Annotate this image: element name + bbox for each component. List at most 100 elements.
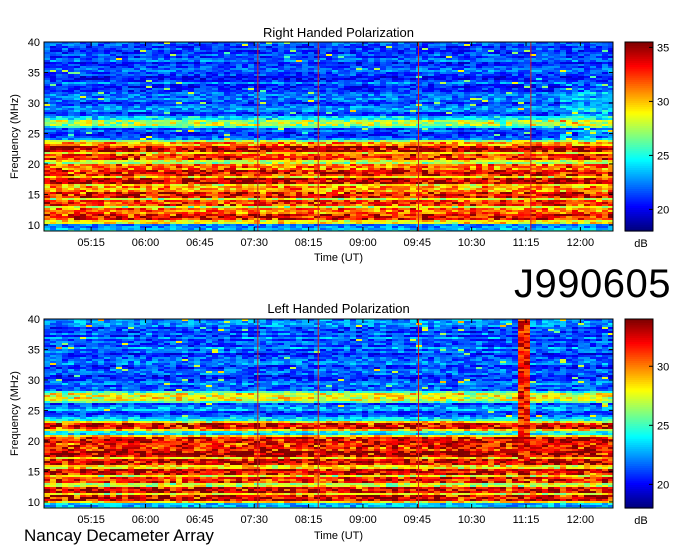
- spectrogram-cell: [596, 58, 602, 60]
- spectrogram-cell: [512, 116, 518, 118]
- spectrogram-cell: [122, 86, 128, 88]
- spectrogram-cell: [212, 130, 218, 132]
- spectrogram-cell: [50, 92, 56, 94]
- spectrogram-cell: [182, 66, 188, 68]
- spectrogram-cell: [260, 72, 266, 74]
- spectrogram-cell: [290, 70, 296, 72]
- spectrogram-cell: [338, 108, 344, 110]
- spectrogram-cell: [584, 136, 590, 138]
- spectrogram-cell: [44, 134, 50, 136]
- spectrogram-cell: [140, 88, 146, 90]
- spectrogram-cell: [110, 72, 116, 74]
- spectrogram-cell: [428, 48, 434, 50]
- spectrogram-cell: [422, 48, 428, 50]
- spectrogram-cell: [62, 72, 68, 74]
- spectrogram-cell: [602, 144, 608, 146]
- spectrogram-cell: [524, 120, 530, 122]
- spectrogram-cell: [578, 142, 584, 144]
- spectrogram-cell: [290, 46, 296, 48]
- spectrogram-cell: [500, 92, 506, 94]
- spectrogram-cell: [464, 114, 470, 116]
- spectrogram-cell: [320, 114, 326, 116]
- spectrogram-cell: [464, 130, 470, 132]
- spectrogram-cell: [140, 66, 146, 68]
- spectrogram-cell: [596, 104, 602, 106]
- spectrogram-cell: [164, 68, 170, 70]
- spectrogram-cell: [176, 130, 182, 132]
- spectrogram-cell: [260, 126, 266, 128]
- spectrogram-cell: [608, 112, 613, 114]
- spectrogram-cell: [428, 58, 434, 60]
- spectrogram-cell: [188, 90, 194, 92]
- spectrogram-cell: [560, 90, 566, 92]
- spectrogram-cell: [374, 72, 380, 74]
- spectrogram-cell: [128, 132, 134, 134]
- spectrogram-cell: [434, 142, 440, 144]
- spectrogram-cell: [488, 122, 494, 124]
- spectrogram-cell: [278, 138, 284, 140]
- spectrogram-cell: [548, 84, 554, 86]
- spectrogram-cell: [566, 70, 572, 72]
- spectrogram-cell: [200, 100, 206, 102]
- spectrogram-cell: [536, 88, 542, 90]
- spectrogram-cell: [410, 74, 416, 76]
- spectrogram-cell: [554, 56, 560, 58]
- spectrogram-cell: [188, 64, 194, 66]
- spectrogram-cell: [404, 48, 410, 50]
- spectrogram-cell: [464, 144, 470, 146]
- spectrogram-cell: [128, 144, 134, 146]
- spectrogram-cell: [44, 60, 50, 62]
- spectrogram-cell: [452, 120, 458, 122]
- spectrogram-cell: [428, 88, 434, 90]
- spectrogram-cell: [80, 68, 86, 70]
- spectrogram-cell: [542, 136, 548, 138]
- spectrogram-cell: [350, 104, 356, 106]
- spectrogram-cell: [494, 88, 500, 90]
- spectrogram-cell: [284, 132, 290, 134]
- spectrogram-cell: [86, 52, 92, 54]
- spectrogram-cell: [596, 124, 602, 126]
- spectrogram-cell: [422, 68, 428, 70]
- spectrogram-cell: [470, 58, 476, 60]
- spectrogram-cell: [386, 100, 392, 102]
- spectrogram-cell: [200, 116, 206, 118]
- spectrogram-cell: [452, 74, 458, 76]
- spectrogram-cell: [566, 144, 572, 146]
- spectrogram-cell: [44, 82, 50, 84]
- spectrogram-cell: [176, 94, 182, 96]
- spectrogram-cell: [482, 78, 488, 80]
- spectrogram-cell: [296, 138, 302, 140]
- spectrogram-cell: [440, 64, 446, 66]
- spectrogram-cell: [602, 114, 608, 116]
- spectrogram-cell: [56, 126, 62, 128]
- spectrogram-cell: [272, 122, 278, 124]
- spectrogram-cell: [98, 58, 104, 60]
- spectrogram-cell: [152, 128, 158, 130]
- spectrogram-cell: [452, 98, 458, 100]
- spectrogram-cell: [344, 74, 350, 76]
- spectrogram-cell: [296, 132, 302, 134]
- spectrogram-cell: [596, 46, 602, 48]
- spectrogram-cell: [248, 132, 254, 134]
- spectrogram-cell: [536, 136, 542, 138]
- spectrogram-cell: [488, 138, 494, 140]
- spectrogram-cell: [320, 142, 326, 144]
- spectrogram-cell: [560, 82, 566, 84]
- spectrogram-cell: [590, 76, 596, 78]
- spectrogram-cell: [440, 108, 446, 110]
- spectrogram-cell: [410, 100, 416, 102]
- spectrogram-cell: [278, 110, 284, 112]
- spectrogram-cell: [278, 144, 284, 146]
- spectrogram-cell: [194, 126, 200, 128]
- spectrogram-cell: [572, 132, 578, 134]
- spectrogram-cell: [146, 126, 152, 128]
- spectrogram-cell: [452, 106, 458, 108]
- spectrogram-cell: [278, 84, 284, 86]
- spectrogram-cell: [464, 122, 470, 124]
- spectrogram-cell: [596, 76, 602, 78]
- spectrogram-cell: [404, 102, 410, 104]
- spectrogram-cell: [590, 74, 596, 76]
- spectrogram-cell: [68, 68, 74, 70]
- spectrogram-cell: [104, 78, 110, 80]
- spectrogram-cell: [206, 142, 212, 144]
